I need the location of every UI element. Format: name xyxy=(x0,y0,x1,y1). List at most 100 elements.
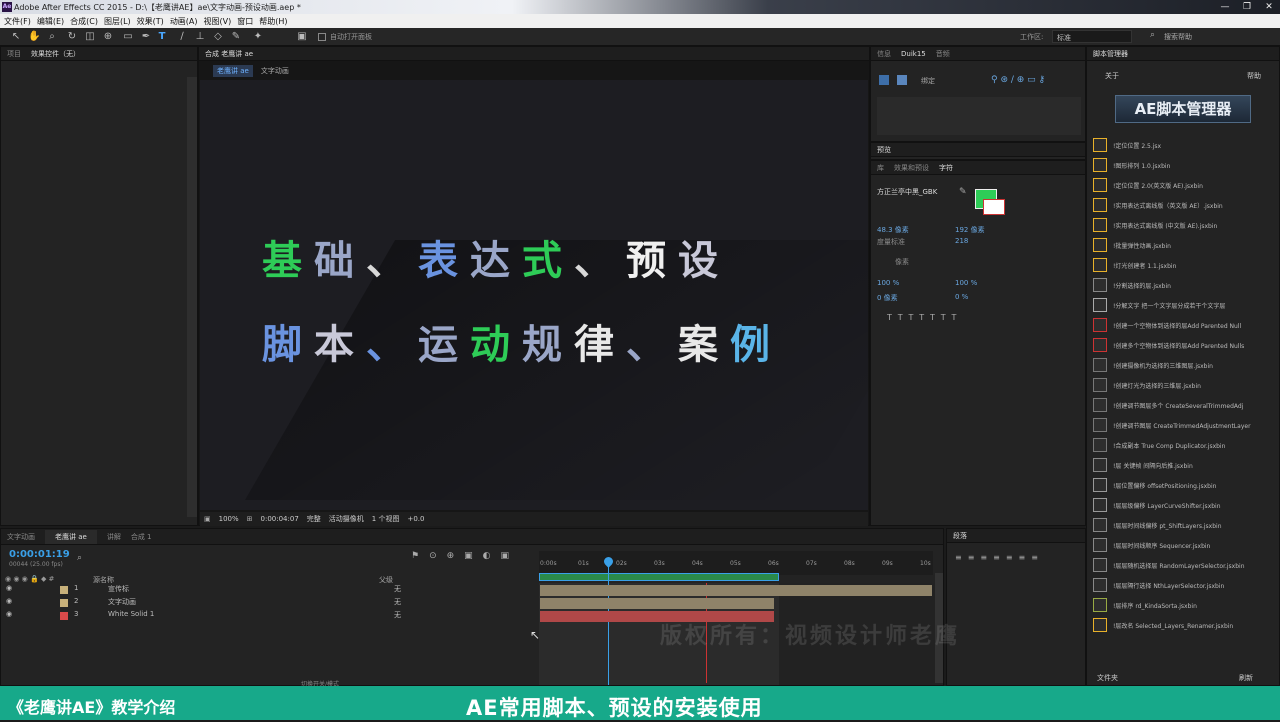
views-select[interactable]: 1 个视图 xyxy=(372,514,400,524)
grid-icon[interactable]: ⊞ xyxy=(247,515,253,523)
layer-duration-bar[interactable] xyxy=(540,585,932,596)
script-item[interactable]: !层层级偏移 LayerCurveShifter.jsxbin xyxy=(1093,496,1273,514)
visibility-icon[interactable]: ◉ xyxy=(6,597,12,605)
tab-duik[interactable]: Duik15 xyxy=(901,50,926,58)
script-item[interactable]: !批量弹性动画.jsxbin xyxy=(1093,236,1273,254)
brush-tool-icon[interactable]: ∕ xyxy=(176,31,188,43)
script-item[interactable]: !层 关键帧 间隔向后推.jsxbin xyxy=(1093,456,1273,474)
script-item[interactable]: !层改名 Selected_Layers_Renamer.jsxbin xyxy=(1093,616,1273,634)
paragraph-align-icons[interactable]: ≡≡≡≡≡≡≡ xyxy=(955,553,1044,562)
tab-effect-controls[interactable]: 效果控件（无） xyxy=(31,49,80,59)
selection-tool-icon[interactable]: ↖ xyxy=(10,31,22,43)
layer-row[interactable]: ◉ 1 宣传标 无 xyxy=(0,584,535,597)
duik-icon-2[interactable] xyxy=(897,75,907,85)
visibility-icon[interactable]: ◉ xyxy=(6,584,12,592)
script-item[interactable]: !层位置偏移 offsetPositioning.jsxbin xyxy=(1093,476,1273,494)
tab-paragraph[interactable]: 段落 xyxy=(953,531,967,541)
project-scrollbar[interactable] xyxy=(187,77,197,517)
menu-help[interactable]: 帮助(H) xyxy=(259,16,287,27)
timeline-switches-icons[interactable]: ⚑⊙⊕▣◐▣ xyxy=(411,551,519,561)
rectangle-tool-icon[interactable]: ▭ xyxy=(122,31,134,43)
script-item[interactable]: !定位位置 2.5.jsx xyxy=(1093,136,1273,154)
folder-button[interactable]: 文件夹 xyxy=(1097,673,1118,683)
font-family-select[interactable]: 方正兰亭中黑_GBK xyxy=(877,187,957,199)
parent-select[interactable]: 无 xyxy=(394,584,401,594)
exposure-value[interactable]: +0.0 xyxy=(407,515,424,523)
work-area-bar[interactable] xyxy=(539,573,779,581)
menu-composition[interactable]: 合成(C) xyxy=(70,16,98,27)
help-link[interactable]: 帮助 xyxy=(1247,71,1261,81)
timeline-search-icon[interactable]: ⌕ xyxy=(77,553,82,563)
script-item[interactable]: !创建多个空物体到选择的层Add Parented Nulls xyxy=(1093,336,1273,354)
menu-layer[interactable]: 图层(L) xyxy=(104,16,131,27)
snapshot-icon[interactable]: ▣ xyxy=(204,515,211,523)
horizontal-scale-field[interactable]: 100 % xyxy=(955,279,977,287)
refresh-button[interactable]: 刷新 xyxy=(1239,673,1253,683)
tracking-field[interactable]: 218 xyxy=(955,237,968,245)
script-item[interactable]: !图形排列 1.0.jsxbin xyxy=(1093,156,1273,174)
script-item[interactable]: !创建调节图层多个 CreateSeveralTrimmedAdj xyxy=(1093,396,1273,414)
duik-icon[interactable] xyxy=(879,75,889,85)
faux-style-icons[interactable]: TTTTTTT xyxy=(887,313,962,322)
quality-select[interactable]: 完整 xyxy=(307,514,321,524)
tab-audio[interactable]: 音频 xyxy=(936,49,950,59)
timeline-timecode[interactable]: 0:00:01:19 xyxy=(9,549,70,560)
tab-comp1[interactable]: 合成 1 xyxy=(131,532,152,542)
maximize-icon[interactable]: ❐ xyxy=(1236,0,1258,14)
current-time-indicator[interactable] xyxy=(608,559,609,685)
zoom-select[interactable]: 100% xyxy=(219,515,239,523)
close-icon[interactable]: ✕ xyxy=(1258,0,1280,14)
script-item[interactable]: !层层隔行选择 NthLayerSelector.jsxbin xyxy=(1093,576,1273,594)
stroke-width-field[interactable]: 像素 xyxy=(895,257,909,267)
script-item[interactable]: !定位位置 2.0(英文版 AE).jsxbin xyxy=(1093,176,1273,194)
roto-brush-icon[interactable]: ✎ xyxy=(230,31,242,43)
tsume-field[interactable]: 0 % xyxy=(955,293,968,301)
label-color[interactable] xyxy=(60,586,68,594)
vertical-scale-field[interactable]: 100 % xyxy=(877,279,899,287)
breadcrumb-item-text[interactable]: 文字动画 xyxy=(261,65,289,77)
tab-effects-presets[interactable]: 效果和预设 xyxy=(894,163,929,173)
clone-tool-icon[interactable]: ⊥ xyxy=(194,31,206,43)
panel-icon[interactable]: ▣ xyxy=(296,31,308,43)
parent-select[interactable]: 无 xyxy=(394,610,401,620)
comp-viewer[interactable]: 基础、表达式、预设 脚本、运动规律、案例 xyxy=(200,80,956,510)
leading-field[interactable]: 192 像素 xyxy=(955,225,985,235)
camera-tool-icon[interactable]: ◫ xyxy=(84,31,96,43)
tab-explain[interactable]: 讲解 xyxy=(107,532,121,542)
rotate-tool-icon[interactable]: ↻ xyxy=(66,31,78,43)
kerning-field[interactable]: 度量标准 xyxy=(877,237,905,247)
tab-text-anim[interactable]: 文字动画 xyxy=(7,532,35,542)
pan-behind-tool-icon[interactable]: ⊕ xyxy=(102,31,114,43)
layer-duration-bar[interactable] xyxy=(540,598,774,609)
stroke-color-swatch[interactable] xyxy=(983,199,1005,215)
about-link[interactable]: 关于 xyxy=(1105,71,1119,81)
script-item[interactable]: !创建摄像机为选择的三维图层.jsxbin xyxy=(1093,356,1273,374)
script-item[interactable]: !层排序 rd_KindaSorta.jsxbin xyxy=(1093,596,1273,614)
layer-name[interactable]: 文字动画 xyxy=(108,597,136,607)
minimize-icon[interactable]: — xyxy=(1214,0,1236,14)
script-item[interactable]: !分解文字 把一个文字层分成若干个文字层 xyxy=(1093,296,1273,314)
script-item[interactable]: !合成副本 True Comp Duplicator.jsxbin xyxy=(1093,436,1273,454)
zoom-tool-icon[interactable]: ⌕ xyxy=(46,31,58,43)
breadcrumb-item-main[interactable]: 老鹰讲 ae xyxy=(213,65,253,77)
script-item[interactable]: !实用表达式离线版 (中文版 AE).jsxbin xyxy=(1093,216,1273,234)
parent-select[interactable]: 无 xyxy=(394,597,401,607)
script-item[interactable]: !层层随机选择层 RandomLayerSelector.jsxbin xyxy=(1093,556,1273,574)
layer-name[interactable]: White Solid 1 xyxy=(108,610,154,618)
tab-laoying-ae[interactable]: 老鹰讲 ae xyxy=(45,529,97,544)
font-size-field[interactable]: 48.3 像素 xyxy=(877,225,909,235)
hand-tool-icon[interactable]: ✋ xyxy=(28,31,40,43)
menu-window[interactable]: 窗口 xyxy=(237,16,253,27)
script-item[interactable]: !实用表达式离线版（英文版 AE）.jsxbin xyxy=(1093,196,1273,214)
script-item[interactable]: !创建一个空物体到选择的层Add Parented Null xyxy=(1093,316,1273,334)
tab-character[interactable]: 字符 xyxy=(939,163,953,173)
camera-select[interactable]: 活动摄像机 xyxy=(329,514,364,524)
tab-preview[interactable]: 预览 xyxy=(877,145,891,155)
script-item[interactable]: !创建灯光为选择的三维层.jsxbin xyxy=(1093,376,1273,394)
layer-row[interactable]: ◉ 3 White Solid 1 无 xyxy=(0,610,535,623)
script-item[interactable]: !创建调节图层 CreateTrimmedAdjustmentLayer xyxy=(1093,416,1273,434)
menu-effect[interactable]: 效果(T) xyxy=(137,16,164,27)
workspace-select[interactable]: 标准 xyxy=(1052,30,1132,43)
script-item[interactable]: !分割选择的层.jsxbin xyxy=(1093,276,1273,294)
baseline-shift-field[interactable]: 0 像素 xyxy=(877,293,898,303)
